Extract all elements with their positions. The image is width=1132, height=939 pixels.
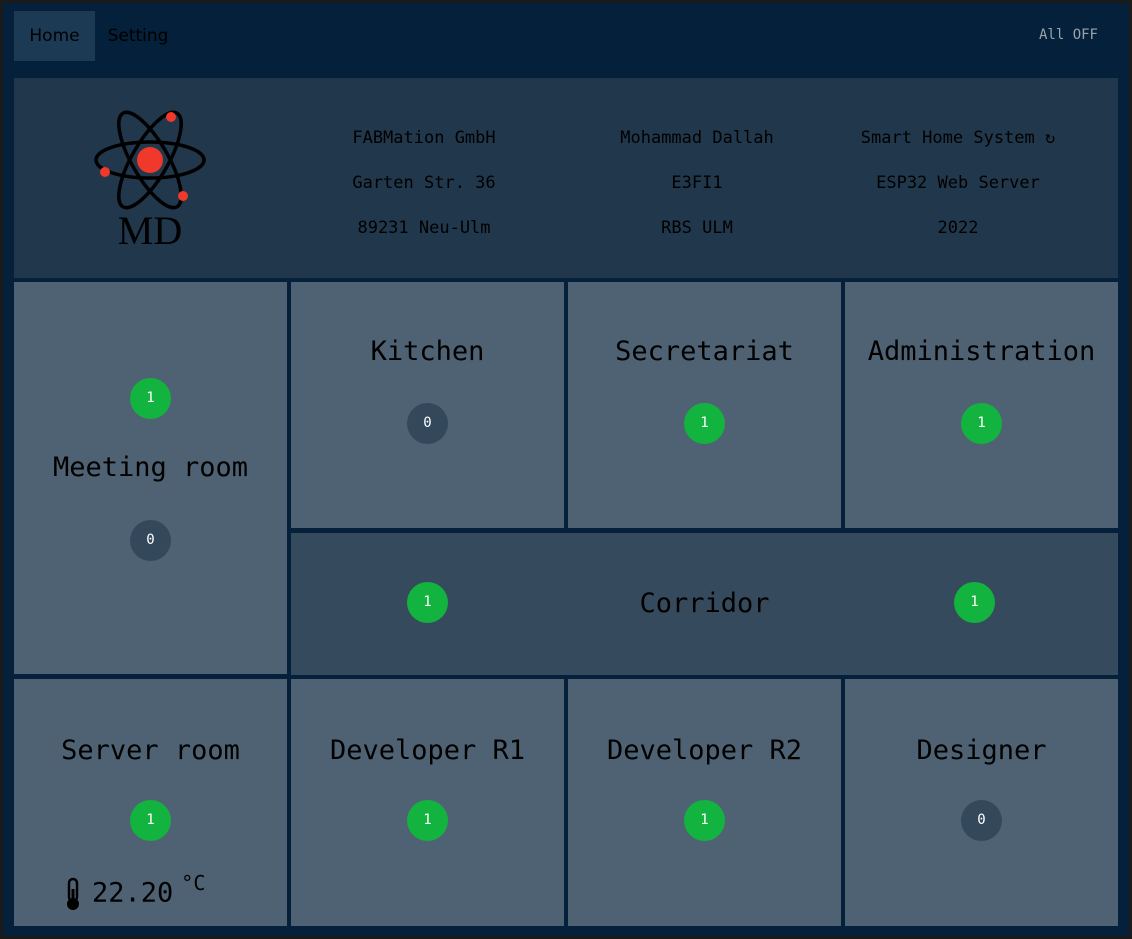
light-toggle[interactable]: 1 (130, 800, 171, 841)
room-corridor: 1 Corridor 1 (291, 533, 1118, 675)
light-toggle[interactable]: 1 (684, 800, 725, 841)
room-title: Developer R2 (606, 735, 803, 766)
room-server: Server room 1 22.20 °C (14, 679, 287, 926)
temperature-value: 22.20 (92, 877, 174, 909)
atom-icon: MD (94, 110, 206, 253)
room-title: Server room (61, 735, 240, 766)
room-designer: Designer 0 (845, 679, 1118, 926)
tab-setting[interactable]: Setting (103, 11, 173, 61)
top-nav: Home Setting All OFF (3, 3, 1129, 69)
room-secretariat: Secretariat 1 (568, 282, 841, 528)
room-title: Designer (916, 735, 1047, 766)
temperature-unit: °C (181, 870, 206, 895)
light-toggle[interactable]: 0 (961, 800, 1002, 841)
temperature-readout: 22.20 °C (64, 871, 205, 911)
project-title[interactable]: Smart Home System ↻ (838, 116, 1078, 161)
room-title: Developer R1 (329, 735, 526, 766)
author-name: Mohammad Dallah (620, 128, 774, 148)
light-toggle[interactable]: 1 (954, 582, 995, 623)
thermometer-icon (67, 877, 79, 910)
light-toggle[interactable]: 0 (407, 403, 448, 444)
author-info: Mohammad Dallah E3FI1 RBS ULM (577, 116, 817, 251)
light-toggle[interactable]: 1 (684, 403, 725, 444)
light-toggle[interactable]: 1 (961, 403, 1002, 444)
room-title: Kitchen (370, 336, 485, 367)
info-header: MD FABMation GmbH Garten Str. 36 89231 N… (14, 78, 1118, 278)
room-title: Administration (867, 336, 1096, 367)
room-title: Secretariat (615, 336, 794, 367)
company-info: FABMation GmbH Garten Str. 36 89231 Neu-… (304, 116, 544, 251)
light-toggle[interactable]: 0 (130, 520, 171, 561)
room-developer-r1: Developer R1 1 (291, 679, 564, 926)
light-toggle[interactable]: 1 (130, 378, 171, 419)
all-off-button[interactable]: All OFF (1039, 27, 1098, 43)
md-logo: MD (94, 108, 206, 253)
logo-text: MD (118, 208, 182, 248)
tab-home[interactable]: Home (14, 11, 95, 61)
room-kitchen: Kitchen 0 (291, 282, 564, 528)
room-meeting: 1 Meeting room 0 (14, 282, 287, 674)
company-city: 89231 Neu-Ulm (357, 218, 491, 238)
project-year: 2022 (937, 218, 979, 238)
project-subtitle: ESP32 Web Server (876, 173, 1040, 193)
company-name: FABMation GmbH (352, 128, 496, 148)
author-class: E3FI1 (671, 173, 723, 193)
author-school: RBS ULM (661, 218, 733, 238)
room-title: Meeting room (52, 452, 249, 483)
room-developer-r2: Developer R2 1 (568, 679, 841, 926)
app-frame: Home Setting All OFF MD FABMation GmbH G… (3, 3, 1129, 936)
room-administration: Administration 1 (845, 282, 1118, 528)
company-street: Garten Str. 36 (352, 173, 496, 193)
project-info: Smart Home System ↻ ESP32 Web Server 202… (838, 116, 1078, 251)
light-toggle[interactable]: 1 (407, 800, 448, 841)
